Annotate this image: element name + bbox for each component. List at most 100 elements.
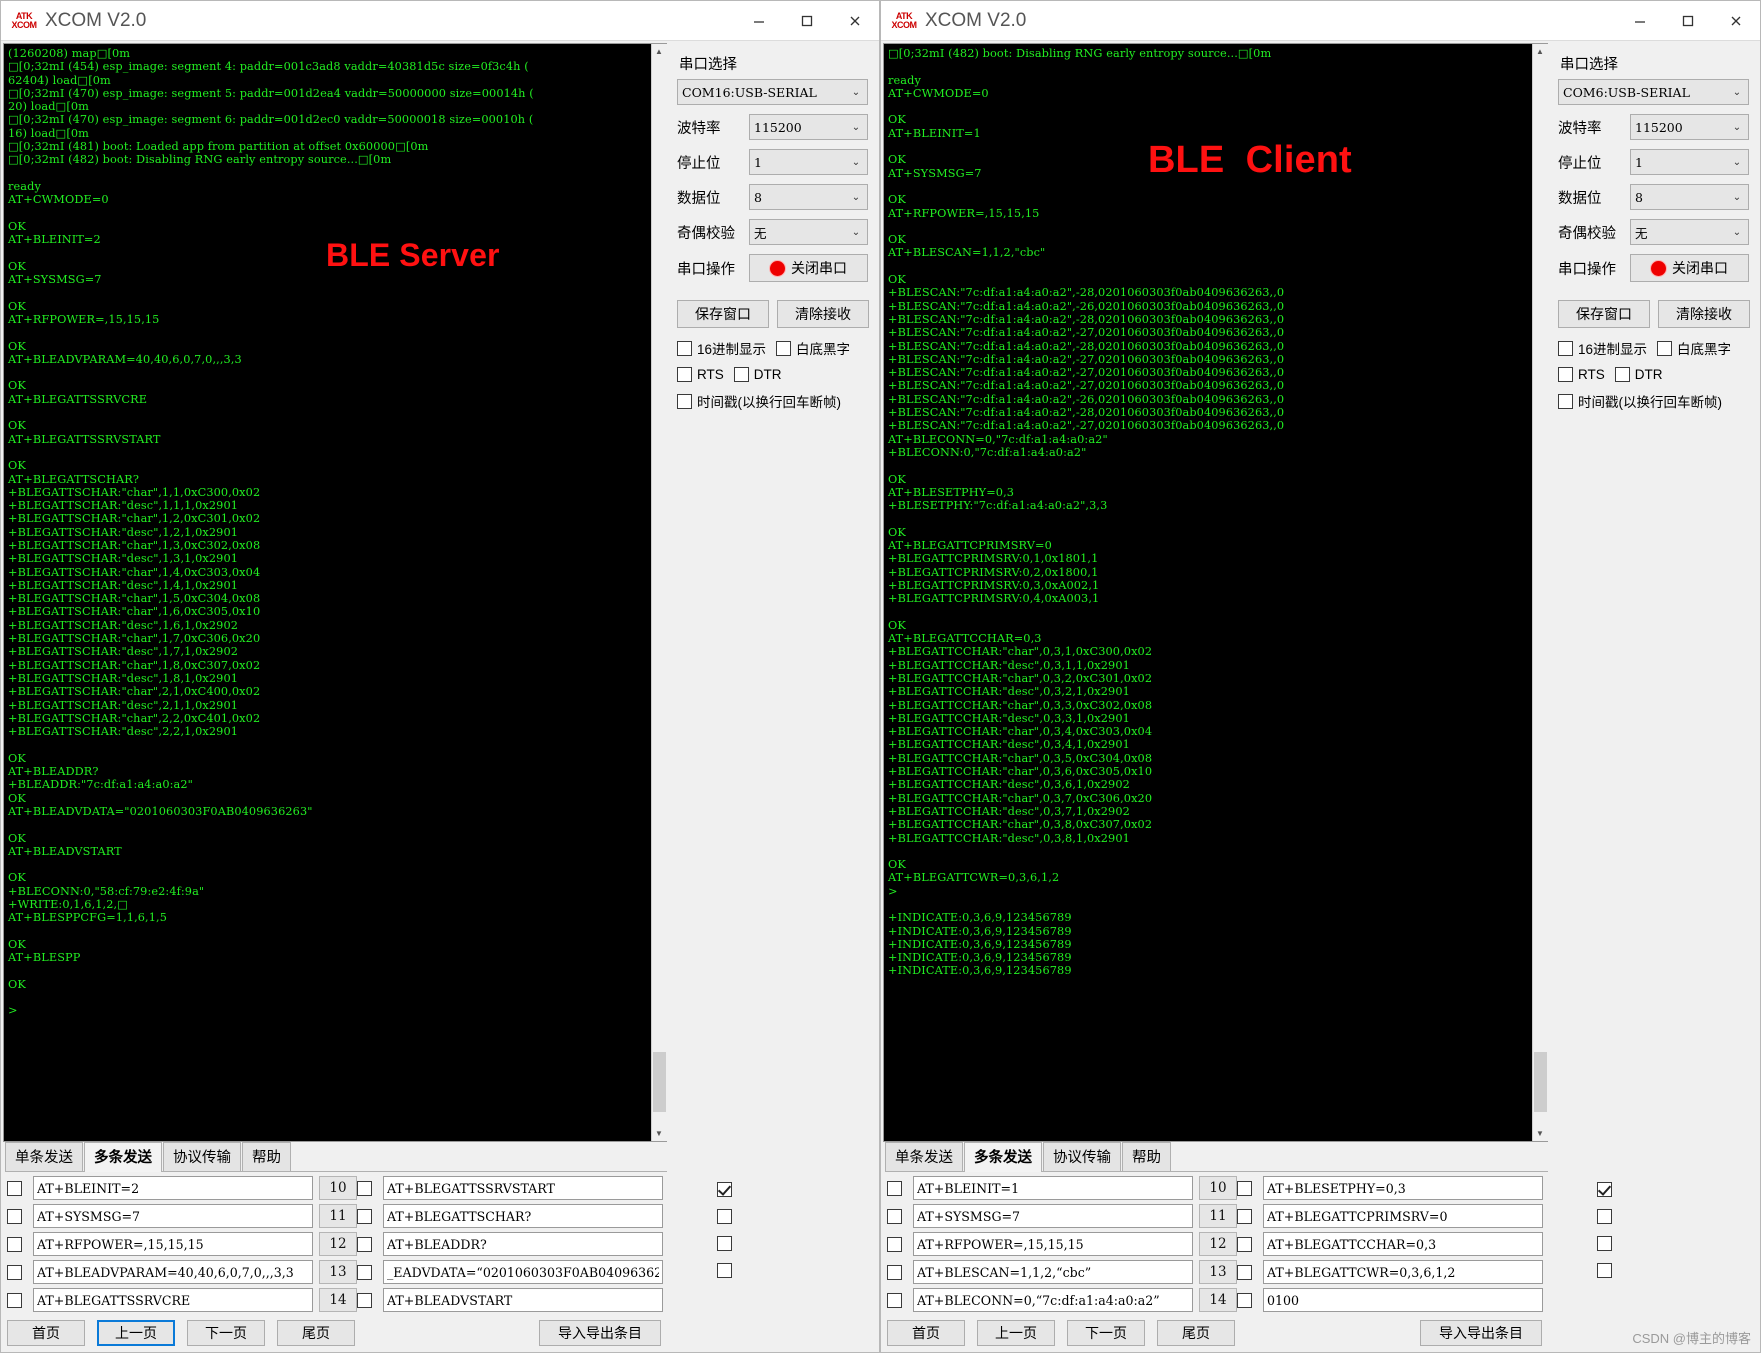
combo-port[interactable]: COM6:USB-SERIAL ⌄ [1558, 79, 1749, 105]
combo-databits[interactable]: 8 ⌄ [749, 184, 868, 210]
send-checkbox-18[interactable] [357, 1264, 372, 1280]
hex-display-checkbox[interactable] [677, 340, 692, 356]
tab-1[interactable]: 多条发送 [964, 1142, 1042, 1172]
send-checkbox-12[interactable] [887, 1236, 902, 1252]
hex-send-checkbox[interactable] [1597, 1208, 1612, 1224]
command-input-12[interactable] [33, 1232, 313, 1256]
send-button-14[interactable]: 14 [319, 1288, 357, 1312]
import-export-button[interactable]: 导入导出条目 [1420, 1320, 1542, 1346]
maximize-button[interactable] [1664, 1, 1712, 41]
send-checkbox-13[interactable] [887, 1264, 902, 1280]
scroll-up-arrow[interactable]: ▲ [651, 44, 667, 59]
hex-display-checkbox[interactable] [1558, 340, 1573, 356]
command-input-10[interactable] [33, 1176, 313, 1200]
command-input-19[interactable] [1263, 1288, 1543, 1312]
send-checkbox-17[interactable] [357, 1236, 372, 1252]
send-checkbox-18[interactable] [1237, 1264, 1252, 1280]
send-newline-checkbox[interactable] [1597, 1181, 1612, 1197]
scroll-track[interactable] [651, 59, 667, 1126]
send-checkbox-19[interactable] [357, 1292, 372, 1308]
prev-page-button[interactable]: 上一页 [97, 1320, 175, 1346]
close-port-button[interactable]: 关闭串口 [1630, 254, 1749, 282]
send-newline-checkbox[interactable] [717, 1181, 732, 1197]
send-checkbox-10[interactable] [887, 1180, 902, 1196]
clear-receive-button[interactable]: 清除接收 [1658, 300, 1750, 328]
hex-send-checkbox[interactable] [717, 1208, 732, 1224]
command-input-19[interactable] [383, 1288, 663, 1312]
scroll-up-arrow[interactable]: ▲ [1532, 44, 1548, 59]
scroll-down-arrow[interactable]: ▼ [651, 1126, 667, 1141]
white-background-checkbox[interactable] [776, 340, 792, 356]
send-checkbox-16[interactable] [357, 1208, 372, 1224]
minimize-button[interactable] [1616, 1, 1664, 41]
command-input-15[interactable] [1263, 1176, 1543, 1200]
command-input-16[interactable] [1263, 1204, 1543, 1228]
send-button-10[interactable]: 10 [1199, 1176, 1237, 1200]
send-checkbox-14[interactable] [887, 1292, 902, 1308]
tab-0[interactable]: 单条发送 [885, 1142, 963, 1171]
send-checkbox-17[interactable] [1237, 1236, 1252, 1252]
command-input-18[interactable] [1263, 1260, 1543, 1284]
tab-1[interactable]: 多条发送 [84, 1142, 162, 1172]
numpad-link-checkbox[interactable] [1597, 1235, 1612, 1251]
send-checkbox-11[interactable] [7, 1208, 22, 1224]
first-page-button[interactable]: 首页 [7, 1320, 85, 1346]
prev-page-button[interactable]: 上一页 [977, 1320, 1055, 1346]
send-checkbox-14[interactable] [7, 1292, 22, 1308]
dtr-checkbox[interactable] [1614, 367, 1630, 382]
combo-baud[interactable]: 115200 ⌄ [1630, 114, 1749, 140]
scroll-down-arrow[interactable]: ▼ [1532, 1126, 1548, 1141]
command-input-13[interactable] [33, 1260, 313, 1284]
send-checkbox-19[interactable] [1237, 1292, 1252, 1308]
command-input-11[interactable] [913, 1204, 1193, 1228]
close-port-button[interactable]: 关闭串口 [749, 254, 868, 282]
last-page-button[interactable]: 尾页 [277, 1320, 355, 1346]
scroll-thumb[interactable] [1533, 1052, 1547, 1112]
command-input-14[interactable] [33, 1288, 313, 1312]
send-checkbox-15[interactable] [357, 1180, 372, 1196]
numpad-link-checkbox[interactable] [717, 1235, 732, 1251]
maximize-button[interactable] [783, 1, 831, 41]
dtr-checkbox[interactable] [733, 367, 749, 382]
command-input-16[interactable] [383, 1204, 663, 1228]
send-checkbox-13[interactable] [7, 1264, 22, 1280]
close-button[interactable] [1712, 1, 1760, 41]
tab-2[interactable]: 协议传输 [163, 1142, 241, 1171]
command-input-12[interactable] [913, 1232, 1193, 1256]
rts-checkbox[interactable] [677, 367, 692, 382]
command-input-17[interactable] [1263, 1232, 1543, 1256]
combo-stopbits[interactable]: 1 ⌄ [749, 149, 868, 175]
command-input-17[interactable] [383, 1232, 663, 1256]
tab-2[interactable]: 协议传输 [1043, 1142, 1121, 1171]
clear-receive-button[interactable]: 清除接收 [777, 300, 869, 328]
terminal-scrollbar[interactable]: ▲ ▼ [1532, 44, 1548, 1141]
send-button-14[interactable]: 14 [1199, 1288, 1237, 1312]
last-page-button[interactable]: 尾页 [1157, 1320, 1235, 1346]
auto-loop-checkbox[interactable] [717, 1262, 732, 1278]
command-input-10[interactable] [913, 1176, 1193, 1200]
send-button-12[interactable]: 12 [1199, 1232, 1237, 1256]
combo-parity[interactable]: 无 ⌄ [1630, 219, 1749, 245]
send-button-13[interactable]: 13 [1199, 1260, 1237, 1284]
send-checkbox-15[interactable] [1237, 1180, 1252, 1196]
scroll-thumb[interactable] [652, 1052, 666, 1112]
close-button[interactable] [831, 1, 879, 41]
terminal-scrollbar[interactable]: ▲ ▼ [651, 44, 667, 1141]
command-input-13[interactable] [913, 1260, 1193, 1284]
combo-stopbits[interactable]: 1 ⌄ [1630, 149, 1749, 175]
save-window-button[interactable]: 保存窗口 [1558, 300, 1650, 328]
combo-parity[interactable]: 无 ⌄ [749, 219, 868, 245]
first-page-button[interactable]: 首页 [887, 1320, 965, 1346]
send-button-13[interactable]: 13 [319, 1260, 357, 1284]
send-button-11[interactable]: 11 [1199, 1204, 1237, 1228]
send-checkbox-11[interactable] [887, 1208, 902, 1224]
next-page-button[interactable]: 下一页 [1067, 1320, 1145, 1346]
send-checkbox-16[interactable] [1237, 1208, 1252, 1224]
command-input-14[interactable] [913, 1288, 1193, 1312]
save-window-button[interactable]: 保存窗口 [677, 300, 769, 328]
command-input-15[interactable] [383, 1176, 663, 1200]
timestamp-checkbox[interactable] [677, 393, 692, 409]
combo-baud[interactable]: 115200 ⌄ [749, 114, 868, 140]
send-button-11[interactable]: 11 [319, 1204, 357, 1228]
tab-3[interactable]: 帮助 [242, 1142, 291, 1171]
